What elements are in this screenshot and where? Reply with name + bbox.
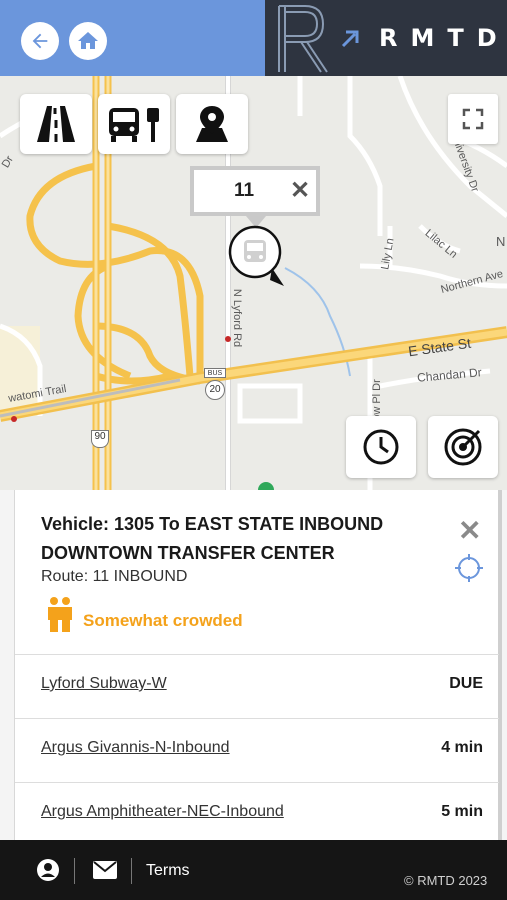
account-button[interactable]	[36, 858, 60, 887]
stop-arrival-time: 5 min	[441, 803, 483, 820]
interstate-90-shield: 90	[91, 430, 109, 448]
stop-arrival-time: DUE	[449, 675, 483, 692]
footer-divider	[74, 858, 75, 884]
arrow-left-icon	[32, 33, 48, 49]
vehicle-detail-card: Vehicle: 1305 To EAST STATE INBOUND DOWN…	[14, 490, 502, 840]
contact-button[interactable]	[93, 861, 117, 884]
mail-icon	[93, 861, 117, 879]
back-button[interactable]	[21, 22, 59, 60]
bus-20-label: BUS	[204, 368, 226, 378]
schedule-button[interactable]	[346, 416, 416, 478]
app-header: RMTD	[0, 0, 507, 76]
footer-divider	[131, 858, 132, 884]
stop-name-link[interactable]: Argus Amphitheater-NEC-Inbound	[41, 803, 284, 821]
vehicle-marker[interactable]	[226, 224, 290, 290]
clock-icon	[363, 429, 399, 465]
app-footer: Terms © RMTD 2023	[0, 840, 507, 900]
home-icon	[78, 32, 98, 49]
bus-stop-icon	[109, 108, 159, 142]
crowding-people-icon	[48, 597, 72, 632]
arrow-up-right-icon	[341, 30, 359, 48]
road-icon	[37, 106, 75, 142]
popup-close-button[interactable]: ✕	[290, 176, 310, 205]
home-button[interactable]	[69, 22, 107, 60]
user-icon	[37, 859, 59, 881]
vehicle-title: Vehicle: 1305 To EAST STATE INBOUND DOWN…	[41, 514, 384, 563]
stop-row[interactable]: Argus Givannis-N-Inbound 4 min	[15, 718, 499, 782]
close-panel-button[interactable]: ✕	[458, 514, 481, 547]
brand-name: RMTD	[379, 24, 507, 52]
copyright-text: © RMTD 2023	[404, 873, 488, 888]
stop-arrival-time: 4 min	[441, 739, 483, 756]
fullscreen-icon	[462, 108, 484, 130]
map-marker-icon	[196, 106, 228, 142]
radar-icon	[444, 428, 482, 466]
stop-row[interactable]: Argus Amphitheater-NEC-Inbound 5 min	[15, 782, 499, 846]
header-nav	[0, 0, 265, 76]
route-20-shield: 20	[205, 380, 225, 400]
fullscreen-button[interactable]	[448, 94, 498, 144]
location-layer-button[interactable]	[176, 94, 248, 154]
roads-layer-button[interactable]	[20, 94, 92, 154]
map-view[interactable]: E State St Chandan Dr Northern Ave Lilac…	[0, 76, 507, 490]
crowding-status: Somewhat crowded	[83, 611, 243, 630]
route-label: Route: 11 INBOUND	[41, 568, 188, 585]
terms-link[interactable]: Terms	[146, 862, 190, 880]
nearby-button[interactable]	[428, 416, 498, 478]
vehicle-route-popup: 11 ✕	[190, 166, 320, 216]
stop-row[interactable]: Lyford Subway-W DUE	[15, 654, 499, 718]
stop-name-link[interactable]: Argus Givannis-N-Inbound	[41, 739, 230, 757]
street-label-pow-pl: ow Pl Dr	[370, 379, 383, 421]
crosshair-icon[interactable]	[453, 552, 485, 584]
bus-stops-layer-button[interactable]	[98, 94, 170, 154]
popup-route-number: 11	[234, 180, 255, 201]
rmtd-logo-mark	[278, 5, 328, 73]
vehicle-detail-panel: Vehicle: 1305 To EAST STATE INBOUND DOWN…	[0, 490, 507, 840]
header-brand: RMTD	[265, 0, 507, 76]
street-label-lyford: N Lyford Rd	[231, 288, 244, 348]
bus-icon	[244, 240, 266, 262]
street-label-n: N	[496, 234, 506, 249]
stop-name-link[interactable]: Lyford Subway-W	[41, 675, 167, 693]
